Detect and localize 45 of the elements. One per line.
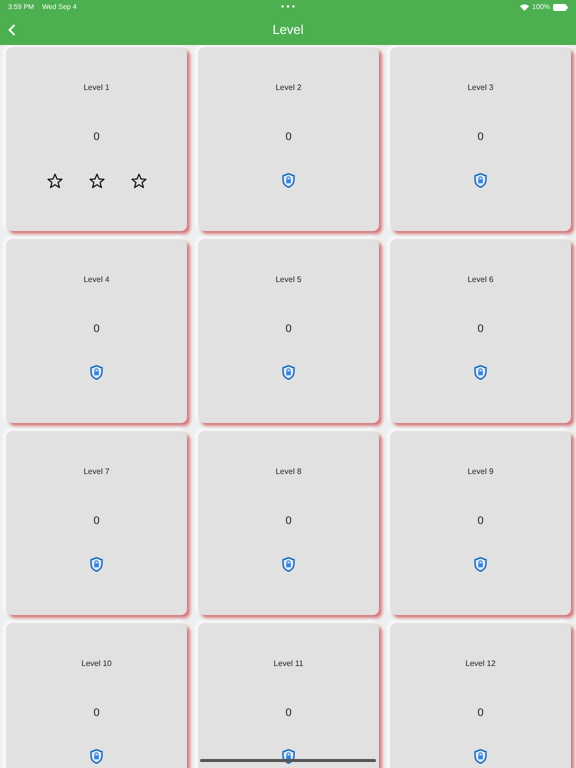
star-outline-icon (46, 173, 62, 189)
level-score: 0 (477, 323, 484, 337)
level-title: Level 11 (274, 659, 304, 670)
level-card[interactable]: Level 3 0 (390, 47, 571, 231)
level-card[interactable]: Level 6 0 (390, 239, 571, 423)
level-title: Level 1 (84, 83, 110, 94)
level-card[interactable]: Level 8 0 (198, 431, 379, 615)
star-outline-icon (88, 173, 104, 189)
level-score: 0 (93, 515, 100, 529)
more-dots-icon (281, 5, 295, 8)
level-card[interactable]: Level 5 0 (198, 239, 379, 423)
level-title: Level 5 (276, 275, 302, 286)
level-score: 0 (285, 131, 292, 145)
level-card[interactable]: Level 7 0 (6, 431, 187, 615)
wifi-icon (520, 4, 530, 10)
level-card[interactable]: Level 2 0 (198, 47, 379, 231)
battery-icon (553, 4, 568, 10)
level-card[interactable]: Level 4 0 (6, 239, 187, 423)
level-title: Level 10 (81, 659, 112, 670)
level-card[interactable]: Level 1 0 (6, 47, 187, 231)
level-score: 0 (93, 323, 100, 337)
back-button[interactable] (6, 22, 18, 38)
level-title: Level 7 (84, 467, 110, 478)
level-score: 0 (285, 707, 292, 721)
level-score: 0 (93, 131, 100, 145)
page-title: Level (272, 22, 304, 37)
level-card[interactable]: Level 9 0 (390, 431, 571, 615)
level-title: Level 8 (276, 467, 302, 478)
level-score: 0 (477, 131, 484, 145)
level-title: Level 2 (276, 83, 302, 94)
back-chevron-icon (8, 24, 16, 36)
level-title: Level 3 (468, 83, 494, 94)
level-title: Level 4 (84, 275, 110, 286)
level-title: Level 12 (465, 659, 496, 670)
level-score: 0 (477, 707, 484, 721)
level-card[interactable]: Level 12 0 (390, 623, 571, 768)
level-title: Level 9 (468, 467, 494, 478)
level-score: 0 (285, 323, 292, 337)
level-score: 0 (477, 515, 484, 529)
level-title: Level 6 (468, 275, 494, 286)
level-score: 0 (285, 515, 292, 529)
star-outline-icon (130, 173, 146, 189)
level-card[interactable]: Level 10 0 (6, 623, 187, 768)
level-score: 0 (93, 707, 100, 721)
level-card[interactable]: Level 11 0 (198, 623, 379, 768)
